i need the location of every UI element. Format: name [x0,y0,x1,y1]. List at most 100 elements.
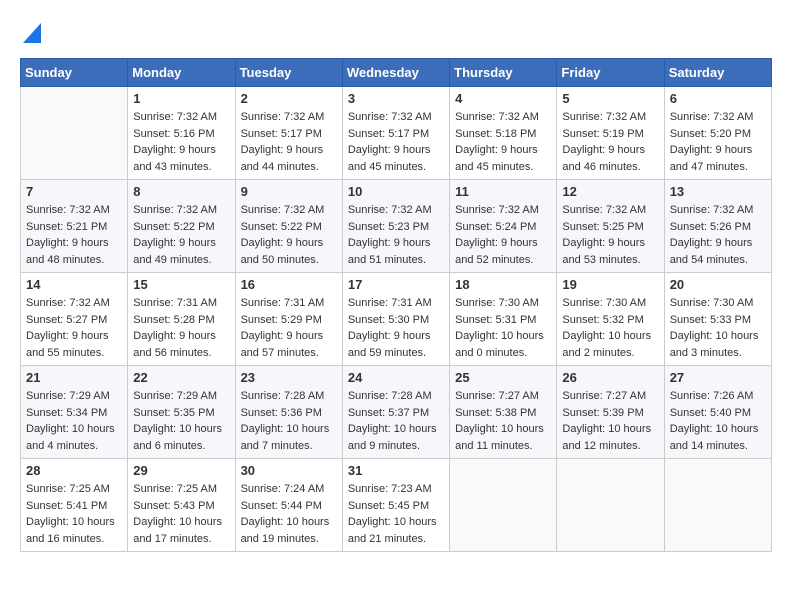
calendar-table: SundayMondayTuesdayWednesdayThursdayFrid… [20,58,772,552]
day-info: Sunrise: 7:32 AMSunset: 5:26 PMDaylight:… [670,202,766,268]
calendar-cell: 3Sunrise: 7:32 AMSunset: 5:17 PMDaylight… [342,87,449,180]
calendar-cell: 9 Sunrise: 7:32 AMSunset: 5:22 PMDaylight… [235,180,342,273]
day-number: 30 [241,463,337,478]
week-row-2: 7 Sunrise: 7:32 AMSunset: 5:21 PMDaylight… [21,180,772,273]
day-info: Sunrise: 7:31 AMSunset: 5:30 PMDaylight:… [348,295,444,361]
calendar-cell [664,459,771,552]
day-info: Sunrise: 7:28 AMSunset: 5:36 PMDaylight:… [241,388,337,454]
calendar-cell: 22 Sunrise: 7:29 AMSunset: 5:35 PMDayligh… [128,366,235,459]
day-info: Sunrise: 7:32 AMSunset: 5:17 PMDaylight:… [241,109,337,175]
calendar-cell: 10 Sunrise: 7:32 AMSunset: 5:23 PMDayligh… [342,180,449,273]
calendar-cell: 25 Sunrise: 7:27 AMSunset: 5:38 PMDayligh… [450,366,557,459]
day-number: 15 [133,277,229,292]
day-info: Sunrise: 7:32 AMSunset: 5:25 PMDaylight:… [562,202,658,268]
day-number: 1 [133,91,229,106]
page-header [20,20,772,48]
day-number: 7 [26,184,122,199]
calendar-cell: 17 Sunrise: 7:31 AMSunset: 5:30 PMDayligh… [342,273,449,366]
calendar-cell: 11Sunrise: 7:32 AMSunset: 5:24 PMDayligh… [450,180,557,273]
calendar-cell: 8 Sunrise: 7:32 AMSunset: 5:22 PMDaylight… [128,180,235,273]
day-info: Sunrise: 7:32 AMSunset: 5:22 PMDaylight:… [133,202,229,268]
day-info: Sunrise: 7:31 AMSunset: 5:29 PMDaylight:… [241,295,337,361]
day-info: Sunrise: 7:31 AMSunset: 5:28 PMDaylight:… [133,295,229,361]
day-info: Sunrise: 7:25 AMSunset: 5:41 PMDaylight:… [26,481,122,547]
day-number: 8 [133,184,229,199]
day-info: Sunrise: 7:24 AMSunset: 5:44 PMDaylight:… [241,481,337,547]
day-info: Sunrise: 7:32 AMSunset: 5:21 PMDaylight:… [26,202,122,268]
week-row-3: 14Sunrise: 7:32 AMSunset: 5:27 PMDayligh… [21,273,772,366]
weekday-header-wednesday: Wednesday [342,59,449,87]
day-number: 19 [562,277,658,292]
day-number: 4 [455,91,551,106]
day-info: Sunrise: 7:30 AMSunset: 5:31 PMDaylight:… [455,295,551,361]
calendar-cell: 24 Sunrise: 7:28 AMSunset: 5:37 PMDayligh… [342,366,449,459]
calendar-cell [21,87,128,180]
day-number: 22 [133,370,229,385]
calendar-cell: 19 Sunrise: 7:30 AMSunset: 5:32 PMDayligh… [557,273,664,366]
day-number: 24 [348,370,444,385]
day-number: 11 [455,184,551,199]
day-number: 20 [670,277,766,292]
day-number: 9 [241,184,337,199]
day-number: 31 [348,463,444,478]
calendar-cell: 1 Sunrise: 7:32 AMSunset: 5:16 PMDaylight… [128,87,235,180]
day-number: 23 [241,370,337,385]
calendar-cell: 18 Sunrise: 7:30 AMSunset: 5:31 PMDayligh… [450,273,557,366]
day-number: 21 [26,370,122,385]
day-number: 13 [670,184,766,199]
logo [20,20,41,48]
day-number: 16 [241,277,337,292]
day-info: Sunrise: 7:27 AMSunset: 5:39 PMDaylight:… [562,388,658,454]
day-number: 5 [562,91,658,106]
weekday-header-friday: Friday [557,59,664,87]
calendar-cell: 30 Sunrise: 7:24 AMSunset: 5:44 PMDayligh… [235,459,342,552]
calendar-cell: 15 Sunrise: 7:31 AMSunset: 5:28 PMDayligh… [128,273,235,366]
calendar-cell: 12 Sunrise: 7:32 AMSunset: 5:25 PMDayligh… [557,180,664,273]
day-info: Sunrise: 7:30 AMSunset: 5:33 PMDaylight:… [670,295,766,361]
calendar-cell: 5 Sunrise: 7:32 AMSunset: 5:19 PMDaylight… [557,87,664,180]
day-info: Sunrise: 7:32 AMSunset: 5:22 PMDaylight:… [241,202,337,268]
calendar-cell: 28 Sunrise: 7:25 AMSunset: 5:41 PMDayligh… [21,459,128,552]
weekday-header-monday: Monday [128,59,235,87]
day-info: Sunrise: 7:25 AMSunset: 5:43 PMDaylight:… [133,481,229,547]
calendar-cell: 27Sunrise: 7:26 AMSunset: 5:40 PMDayligh… [664,366,771,459]
day-number: 12 [562,184,658,199]
day-info: Sunrise: 7:28 AMSunset: 5:37 PMDaylight:… [348,388,444,454]
day-number: 18 [455,277,551,292]
calendar-cell: 7 Sunrise: 7:32 AMSunset: 5:21 PMDaylight… [21,180,128,273]
calendar-cell: 21 Sunrise: 7:29 AMSunset: 5:34 PMDayligh… [21,366,128,459]
logo-triangle-icon [23,23,41,43]
day-info: Sunrise: 7:32 AMSunset: 5:16 PMDaylight:… [133,109,229,175]
calendar-cell: 26Sunrise: 7:27 AMSunset: 5:39 PMDayligh… [557,366,664,459]
day-number: 3 [348,91,444,106]
day-info: Sunrise: 7:23 AMSunset: 5:45 PMDaylight:… [348,481,444,547]
calendar-cell: 16 Sunrise: 7:31 AMSunset: 5:29 PMDayligh… [235,273,342,366]
calendar-cell: 20 Sunrise: 7:30 AMSunset: 5:33 PMDayligh… [664,273,771,366]
calendar-cell: 23 Sunrise: 7:28 AMSunset: 5:36 PMDayligh… [235,366,342,459]
day-info: Sunrise: 7:27 AMSunset: 5:38 PMDaylight:… [455,388,551,454]
weekday-header-sunday: Sunday [21,59,128,87]
day-info: Sunrise: 7:32 AMSunset: 5:19 PMDaylight:… [562,109,658,175]
calendar-cell: 29Sunrise: 7:25 AMSunset: 5:43 PMDayligh… [128,459,235,552]
calendar-cell: 6Sunrise: 7:32 AMSunset: 5:20 PMDaylight… [664,87,771,180]
day-number: 17 [348,277,444,292]
day-info: Sunrise: 7:30 AMSunset: 5:32 PMDaylight:… [562,295,658,361]
calendar-cell [557,459,664,552]
weekday-header-row: SundayMondayTuesdayWednesdayThursdayFrid… [21,59,772,87]
week-row-4: 21 Sunrise: 7:29 AMSunset: 5:34 PMDayligh… [21,366,772,459]
calendar-cell [450,459,557,552]
calendar-cell: 14Sunrise: 7:32 AMSunset: 5:27 PMDayligh… [21,273,128,366]
calendar-cell: 2Sunrise: 7:32 AMSunset: 5:17 PMDaylight… [235,87,342,180]
day-info: Sunrise: 7:29 AMSunset: 5:35 PMDaylight:… [133,388,229,454]
day-info: Sunrise: 7:32 AMSunset: 5:23 PMDaylight:… [348,202,444,268]
day-number: 25 [455,370,551,385]
day-info: Sunrise: 7:29 AMSunset: 5:34 PMDaylight:… [26,388,122,454]
calendar-cell: 4 Sunrise: 7:32 AMSunset: 5:18 PMDaylight… [450,87,557,180]
day-info: Sunrise: 7:32 AMSunset: 5:18 PMDaylight:… [455,109,551,175]
day-number: 28 [26,463,122,478]
day-number: 10 [348,184,444,199]
weekday-header-thursday: Thursday [450,59,557,87]
week-row-1: 1 Sunrise: 7:32 AMSunset: 5:16 PMDaylight… [21,87,772,180]
day-number: 6 [670,91,766,106]
week-row-5: 28 Sunrise: 7:25 AMSunset: 5:41 PMDayligh… [21,459,772,552]
